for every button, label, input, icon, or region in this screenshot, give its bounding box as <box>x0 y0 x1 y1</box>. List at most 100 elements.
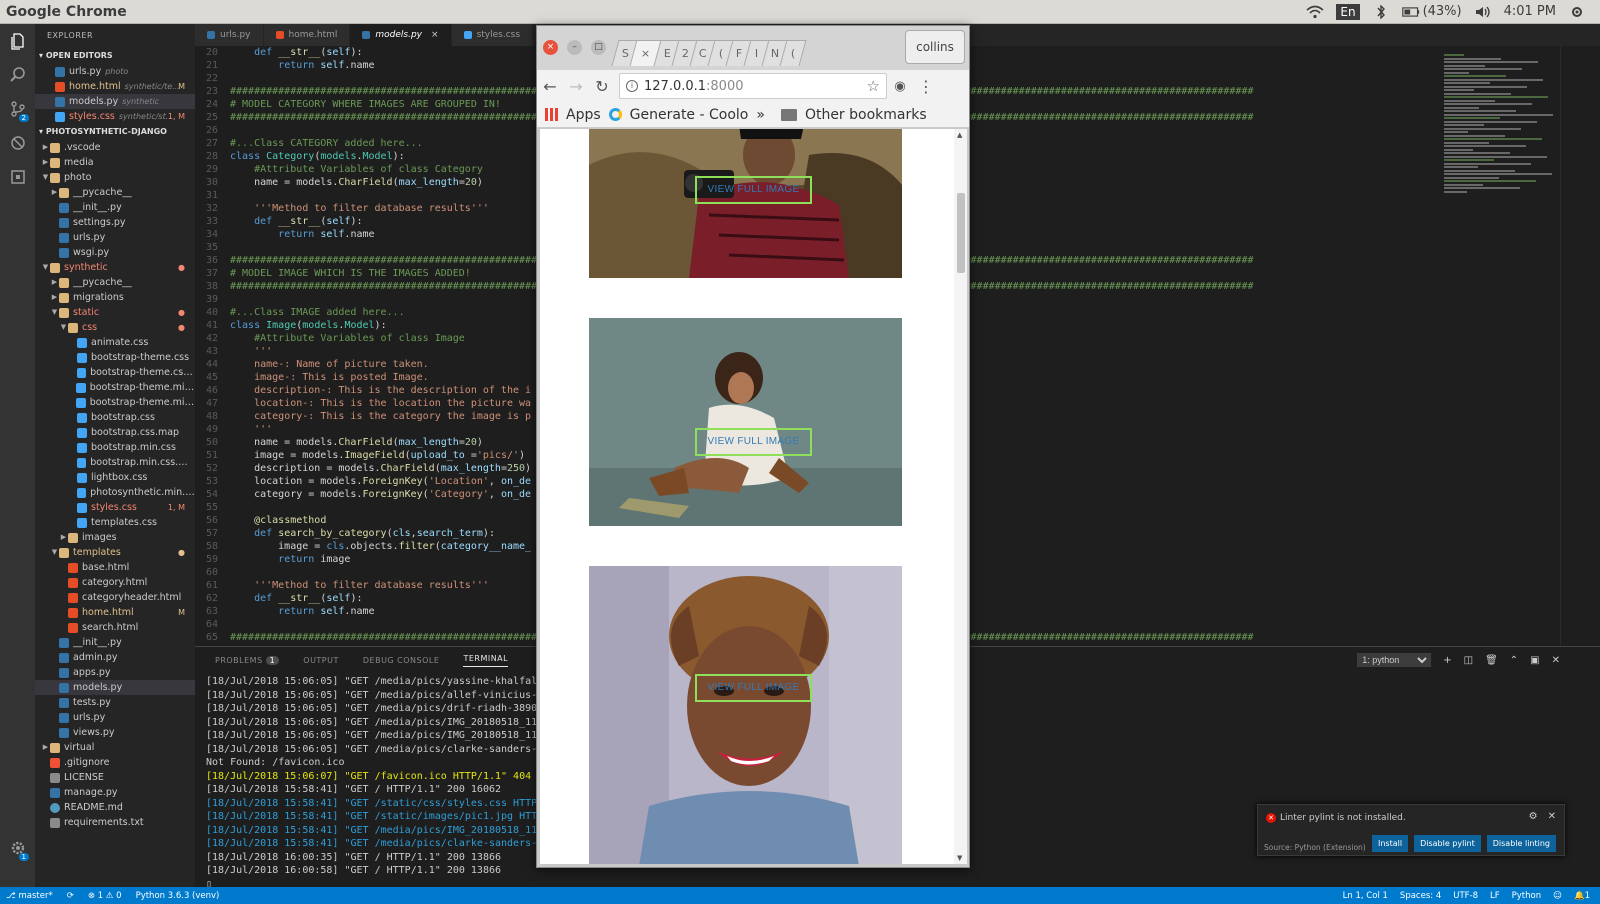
tree-folder[interactable]: ▼ photo <box>35 170 195 185</box>
tree-file[interactable]: requirements.txt <box>35 815 195 830</box>
menu-kebab-icon[interactable]: ⋮ <box>913 77 939 96</box>
tree-file[interactable]: __init__.py <box>35 635 195 650</box>
tab-output[interactable]: OUTPUT <box>303 656 339 665</box>
trash-icon[interactable]: 🗑 <box>1485 655 1498 666</box>
bookmark-generate[interactable]: Generate - Coolo <box>630 107 749 123</box>
close-tab-icon[interactable]: × <box>431 24 439 46</box>
debug-icon[interactable] <box>0 126 35 160</box>
tree-folder[interactable]: ▼ css ● <box>35 320 195 335</box>
tree-file[interactable]: apps.py <box>35 665 195 680</box>
close-icon[interactable]: ✕ <box>1548 811 1556 822</box>
tree-folder[interactable]: ▶ __pycache__ <box>35 275 195 290</box>
editor-tab[interactable]: models.py × <box>350 24 452 46</box>
bluetooth-icon[interactable] <box>1372 4 1390 19</box>
tree-file[interactable]: bootstrap.min.css <box>35 440 195 455</box>
problems-indicator[interactable]: ⊗ 1 ⚠ 0 <box>88 891 122 901</box>
tree-file[interactable]: bootstrap-theme.min.... <box>35 380 195 395</box>
tab-terminal[interactable]: TERMINAL <box>463 654 509 667</box>
scroll-down-arrow[interactable]: ▼ <box>957 854 962 862</box>
git-branch[interactable]: ⎇ master* <box>6 891 53 901</box>
python-interpreter[interactable]: Python 3.6.3 (venv) <box>136 891 220 901</box>
tree-file[interactable]: styles.css 1, M <box>35 500 195 515</box>
close-panel-icon[interactable]: ✕ <box>1552 655 1560 666</box>
minimap[interactable] <box>1440 46 1560 664</box>
gear-icon[interactable]: ⚙ <box>1529 811 1538 822</box>
page-scrollbar[interactable]: ▲ ▼ <box>954 129 967 864</box>
extension-icon[interactable]: ◉ <box>887 79 913 94</box>
window-close-button[interactable]: × <box>543 40 558 55</box>
chevron-up-icon[interactable]: ⌃ <box>1510 655 1518 666</box>
tree-file[interactable]: admin.py <box>35 650 195 665</box>
address-bar[interactable]: i 127.0.0.1:8000 ☆ <box>619 73 887 99</box>
tree-file[interactable]: animate.css <box>35 335 195 350</box>
open-editor-item[interactable]: urls.py photo <box>35 64 195 79</box>
tree-file[interactable]: category.html <box>35 575 195 590</box>
gallery-photo[interactable]: VIEW FULL IMAGE <box>589 129 902 333</box>
tab-debug-console[interactable]: DEBUG CONSOLE <box>363 656 440 665</box>
project-header[interactable]: ▾ PHOTOSYNTHETIC-DJANGO <box>35 124 195 140</box>
plus-icon[interactable]: + <box>1443 655 1451 666</box>
encoding[interactable]: UTF-8 <box>1453 891 1478 901</box>
tree-file[interactable]: bootstrap-theme.css.... <box>35 365 195 380</box>
tree-folder[interactable]: ▼ templates ● <box>35 545 195 560</box>
tree-file[interactable]: lightbox.css <box>35 470 195 485</box>
end-of-line[interactable]: LF <box>1490 891 1500 901</box>
scroll-thumb[interactable] <box>957 193 965 273</box>
tree-file[interactable]: bootstrap.css <box>35 410 195 425</box>
tree-file[interactable]: home.html M <box>35 605 195 620</box>
tree-file[interactable]: settings.py <box>35 215 195 230</box>
tree-folder[interactable]: ▶ images <box>35 530 195 545</box>
files-icon[interactable] <box>0 24 35 58</box>
tab-problems[interactable]: PROBLEMS 1 <box>215 655 280 665</box>
other-bookmarks[interactable]: Other bookmarks <box>805 107 927 123</box>
indentation[interactable]: Spaces: 4 <box>1400 891 1441 901</box>
tree-file[interactable]: views.py <box>35 725 195 740</box>
install-button[interactable]: Install <box>1371 835 1409 852</box>
search-icon[interactable] <box>0 58 35 92</box>
bookmark-apps[interactable]: Apps <box>566 107 601 123</box>
tree-file[interactable]: models.py <box>35 680 195 695</box>
gallery-photo[interactable]: VIEW FULL IMAGE <box>589 566 902 864</box>
open-editors-header[interactable]: ▾ OPEN EDITORS <box>35 48 195 64</box>
tree-folder[interactable]: ▶ media <box>35 155 195 170</box>
tree-folder[interactable]: ▼ synthetic ● <box>35 260 195 275</box>
tree-file[interactable]: README.md <box>35 800 195 815</box>
star-icon[interactable]: ☆ <box>867 77 880 95</box>
sync-icon[interactable]: ⟳ <box>67 891 74 901</box>
tree-file[interactable]: bootstrap.css.map <box>35 425 195 440</box>
tree-file[interactable]: urls.py <box>35 710 195 725</box>
tree-file[interactable]: bootstrap-theme.css <box>35 350 195 365</box>
reload-button[interactable]: ↻ <box>589 77 615 96</box>
window-maximize-button[interactable]: □ <box>591 40 606 55</box>
tree-file[interactable]: base.html <box>35 560 195 575</box>
language-mode[interactable]: Python <box>1512 891 1541 901</box>
tree-file[interactable]: photosynthetic.min.css <box>35 485 195 500</box>
back-button[interactable]: ← <box>537 77 563 96</box>
tree-file[interactable]: bootstrap.min.css.map <box>35 455 195 470</box>
view-full-image-button[interactable]: VIEW FULL IMAGE <box>695 674 812 702</box>
battery-indicator[interactable]: (43%) <box>1401 4 1462 19</box>
view-full-image-button[interactable]: VIEW FULL IMAGE <box>695 176 812 204</box>
tree-file[interactable]: urls.py <box>35 230 195 245</box>
tree-file[interactable]: categoryheader.html <box>35 590 195 605</box>
window-minimize-button[interactable]: – <box>567 40 582 55</box>
tree-file[interactable]: manage.py <box>35 785 195 800</box>
extensions-icon[interactable] <box>0 160 35 194</box>
open-editor-item[interactable]: home.html synthetic/te... M <box>35 79 195 94</box>
info-icon[interactable]: i <box>626 80 638 92</box>
gallery-photo[interactable]: VIEW FULL IMAGE <box>589 318 902 526</box>
open-editor-item[interactable]: styles.css synthetic/st... 1, M <box>35 109 195 124</box>
maximize-panel-icon[interactable]: ▣ <box>1530 655 1539 666</box>
forward-button[interactable]: → <box>563 77 589 96</box>
disable-linting-button[interactable]: Disable linting <box>1486 835 1556 852</box>
editor-tab[interactable]: urls.py <box>195 24 264 46</box>
view-full-image-button[interactable]: VIEW FULL IMAGE <box>695 428 812 456</box>
volume-icon[interactable] <box>1474 5 1492 19</box>
tree-file[interactable]: tests.py <box>35 695 195 710</box>
more-bookmarks-chevron[interactable]: » <box>756 107 765 123</box>
editor-tab[interactable]: home.html <box>263 24 351 46</box>
tree-folder[interactable]: ▶ .vscode <box>35 140 195 155</box>
scroll-up-arrow[interactable]: ▲ <box>957 131 962 139</box>
tree-file[interactable]: templates.css <box>35 515 195 530</box>
source-control-icon[interactable]: 2 <box>0 92 35 126</box>
